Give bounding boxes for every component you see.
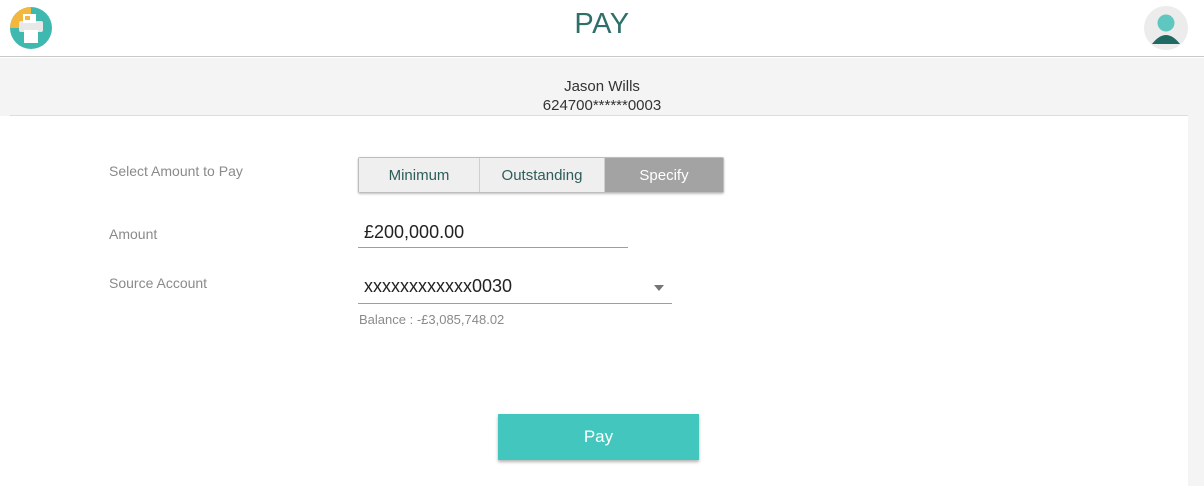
source-account-value: xxxxxxxxxxxx0030 — [364, 276, 513, 296]
source-account-label: Source Account — [109, 275, 208, 291]
amount-label: Amount — [109, 226, 158, 242]
side-panel-edge — [1188, 116, 1204, 486]
pay-button[interactable]: Pay — [498, 414, 699, 460]
card-masked-number: 624700******0003 — [542, 97, 662, 114]
amount-option-selector: Minimum Outstanding Specify — [358, 157, 724, 193]
option-minimum-button[interactable]: Minimum — [359, 158, 480, 192]
option-outstanding-button[interactable]: Outstanding — [480, 158, 605, 192]
user-avatar-icon[interactable] — [1144, 6, 1188, 50]
option-specify-button[interactable]: Specify — [605, 158, 723, 192]
page-title: PAY — [574, 8, 630, 40]
source-account-select[interactable]: xxxxxxxxxxxx0030 — [358, 272, 672, 304]
select-amount-label: Select Amount to Pay — [109, 163, 243, 179]
divider — [10, 115, 1188, 116]
card-holder-name: Jason Wills — [564, 78, 640, 95]
dropdown-caret-icon — [654, 285, 664, 291]
amount-input[interactable]: £200,000.00 — [358, 218, 628, 248]
app-header: PAY — [0, 0, 1204, 57]
account-balance-text: Balance : -£3,085,748.02 — [359, 312, 505, 327]
card-info-band: Jason Wills 624700******0003 — [0, 58, 1204, 116]
